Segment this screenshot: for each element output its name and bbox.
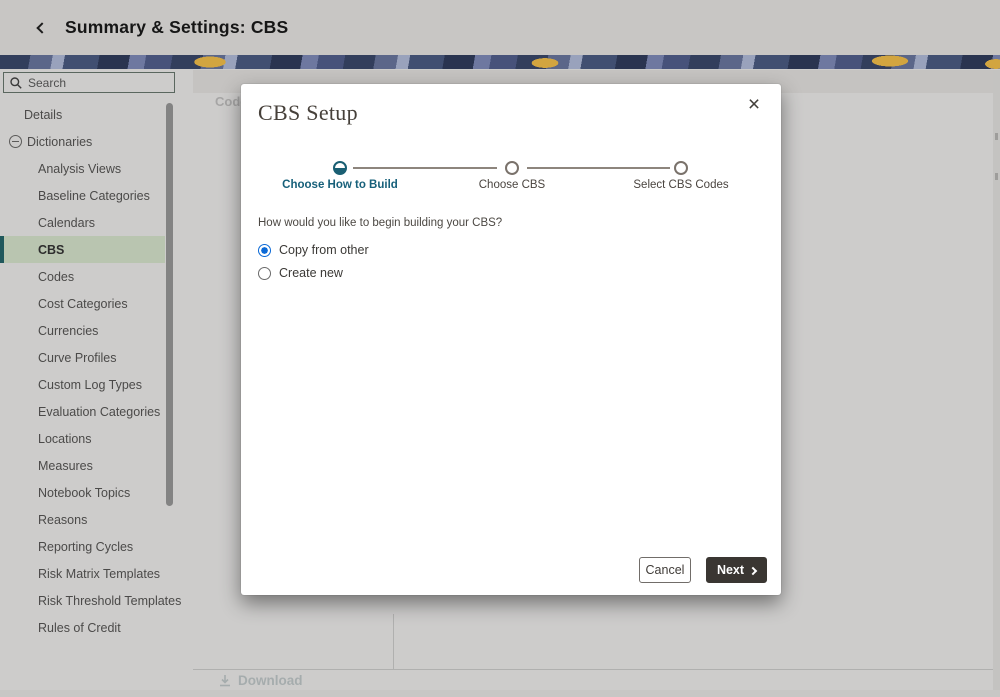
radio-input[interactable] xyxy=(258,267,271,280)
sidebar-item-label: Curve Profiles xyxy=(38,351,117,365)
sidebar-item-label: Evaluation Categories xyxy=(38,405,160,419)
sidebar-item-label: Analysis Views xyxy=(38,162,121,176)
wizard-stepper: Choose How to Build Choose CBS Select CB… xyxy=(241,161,781,195)
sidebar-item-label: Reporting Cycles xyxy=(38,540,133,554)
collapse-icon[interactable] xyxy=(9,135,22,148)
background-divider-vertical xyxy=(393,614,394,669)
sidebar-item-curve-profiles[interactable]: Curve Profiles xyxy=(0,344,193,371)
sidebar-item-locations[interactable]: Locations xyxy=(0,425,193,452)
sidebar-item-codes[interactable]: Codes xyxy=(0,263,193,290)
sidebar-nav: Details Dictionaries Analysis Views Base… xyxy=(0,101,193,641)
radio-option-copy-from-other[interactable]: Copy from other xyxy=(258,242,369,258)
sidebar-item-custom-log-types[interactable]: Custom Log Types xyxy=(0,371,193,398)
wizard-step-choose-cbs[interactable]: Choose CBS xyxy=(432,161,592,191)
download-label: Download xyxy=(238,673,303,688)
sidebar-item-measures[interactable]: Measures xyxy=(0,452,193,479)
next-button[interactable]: Next xyxy=(706,557,767,583)
sidebar-item-reporting-cycles[interactable]: Reporting Cycles xyxy=(0,533,193,560)
cbs-setup-dialog: CBS Setup × Choose How to Build Choose C… xyxy=(241,84,781,595)
sidebar-scrollbar-thumb[interactable] xyxy=(166,103,173,506)
sidebar-item-label: Cost Categories xyxy=(38,297,128,311)
settings-sidebar: Details Dictionaries Analysis Views Base… xyxy=(0,69,193,697)
sidebar-item-label: Rules of Credit xyxy=(38,621,121,635)
download-link[interactable]: Download xyxy=(218,673,303,688)
sidebar-item-label: Baseline Categories xyxy=(38,189,150,203)
sidebar-item-label: Codes xyxy=(38,270,74,284)
sidebar-item-risk-threshold-templates[interactable]: Risk Threshold Templates xyxy=(0,587,193,614)
sidebar-item-reasons[interactable]: Reasons xyxy=(0,506,193,533)
dialog-footer: Cancel Next xyxy=(639,557,767,583)
step-circle-icon xyxy=(505,161,519,175)
build-question: How would you like to begin building you… xyxy=(258,217,502,229)
search-icon xyxy=(10,77,22,89)
sidebar-item-rules-of-credit[interactable]: Rules of Credit xyxy=(0,614,193,641)
decorative-banner xyxy=(0,55,1000,69)
background-divider-horizontal xyxy=(193,669,993,670)
sidebar-item-label: Dictionaries xyxy=(27,135,92,149)
wizard-step-select-cbs-codes[interactable]: Select CBS Codes xyxy=(601,161,761,191)
build-options: Copy from other Create new xyxy=(258,242,369,281)
sidebar-item-label: Currencies xyxy=(38,324,98,338)
download-icon xyxy=(218,674,232,688)
sidebar-item-cost-categories[interactable]: Cost Categories xyxy=(0,290,193,317)
search-input[interactable] xyxy=(28,76,168,90)
step-label: Select CBS Codes xyxy=(633,179,728,191)
sidebar-item-label: Measures xyxy=(38,459,93,473)
sidebar-item-evaluation-categories[interactable]: Evaluation Categories xyxy=(0,398,193,425)
sidebar-item-baseline-categories[interactable]: Baseline Categories xyxy=(0,182,193,209)
stepper-connector xyxy=(527,167,670,169)
radio-option-create-new[interactable]: Create new xyxy=(258,265,369,281)
back-icon xyxy=(36,22,47,33)
sidebar-item-label: CBS xyxy=(38,243,64,257)
sidebar-item-label: Risk Threshold Templates xyxy=(38,594,181,608)
sidebar-item-label: Custom Log Types xyxy=(38,378,142,392)
sidebar-item-label: Notebook Topics xyxy=(38,486,130,500)
sidebar-item-label: Reasons xyxy=(38,513,87,527)
search-box[interactable] xyxy=(3,72,175,93)
chevron-right-icon xyxy=(749,566,757,574)
sidebar-item-label: Calendars xyxy=(38,216,95,230)
sidebar-item-dictionaries[interactable]: Dictionaries xyxy=(0,128,193,155)
app-root: Summary & Settings: CBS Details Dictiona… xyxy=(0,0,1000,697)
scroll-mark xyxy=(995,173,998,180)
sidebar-item-label: Locations xyxy=(38,432,92,446)
sidebar-item-currencies[interactable]: Currencies xyxy=(0,317,193,344)
sidebar-item-calendars[interactable]: Calendars xyxy=(0,209,193,236)
radio-input[interactable] xyxy=(258,244,271,257)
step-label: Choose How to Build xyxy=(282,179,398,191)
sidebar-item-label: Details xyxy=(24,108,62,122)
back-button[interactable] xyxy=(30,0,54,55)
sidebar-item-analysis-views[interactable]: Analysis Views xyxy=(0,155,193,182)
close-button[interactable]: × xyxy=(741,92,767,118)
step-label: Choose CBS xyxy=(479,179,545,191)
next-label: Next xyxy=(717,563,744,577)
wizard-step-choose-how-to-build[interactable]: Choose How to Build xyxy=(260,161,420,191)
scroll-mark xyxy=(995,133,998,140)
dialog-title: CBS Setup xyxy=(258,100,358,126)
footer-band xyxy=(0,690,1000,697)
cancel-button[interactable]: Cancel xyxy=(639,557,691,583)
stepper-connector xyxy=(353,167,497,169)
sidebar-item-cbs[interactable]: CBS xyxy=(0,236,165,263)
sidebar-item-details[interactable]: Details xyxy=(0,101,193,128)
page-title: Summary & Settings: CBS xyxy=(65,0,288,55)
sidebar-item-risk-matrix-templates[interactable]: Risk Matrix Templates xyxy=(0,560,193,587)
radio-label: Copy from other xyxy=(279,243,369,257)
step-circle-icon xyxy=(333,161,347,175)
main-scrollbar-track[interactable] xyxy=(993,70,1000,697)
step-circle-icon xyxy=(674,161,688,175)
sidebar-item-notebook-topics[interactable]: Notebook Topics xyxy=(0,479,193,506)
sidebar-item-label: Risk Matrix Templates xyxy=(38,567,160,581)
radio-label: Create new xyxy=(279,266,343,280)
topbar: Summary & Settings: CBS xyxy=(0,0,1000,55)
